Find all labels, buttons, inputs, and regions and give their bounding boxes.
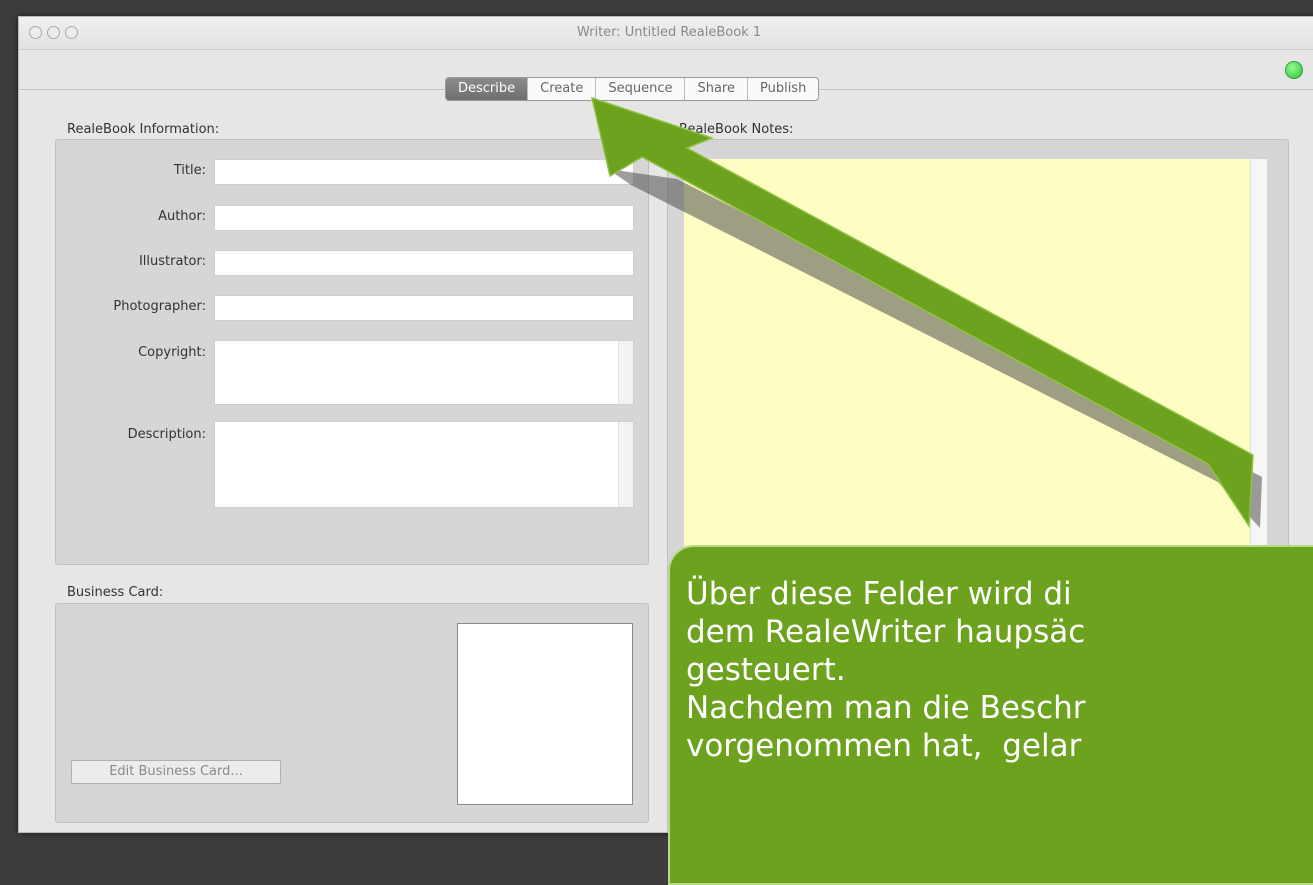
annotation-callout: Über diese Felder wird di dem RealeWrite… [668, 545, 1313, 885]
